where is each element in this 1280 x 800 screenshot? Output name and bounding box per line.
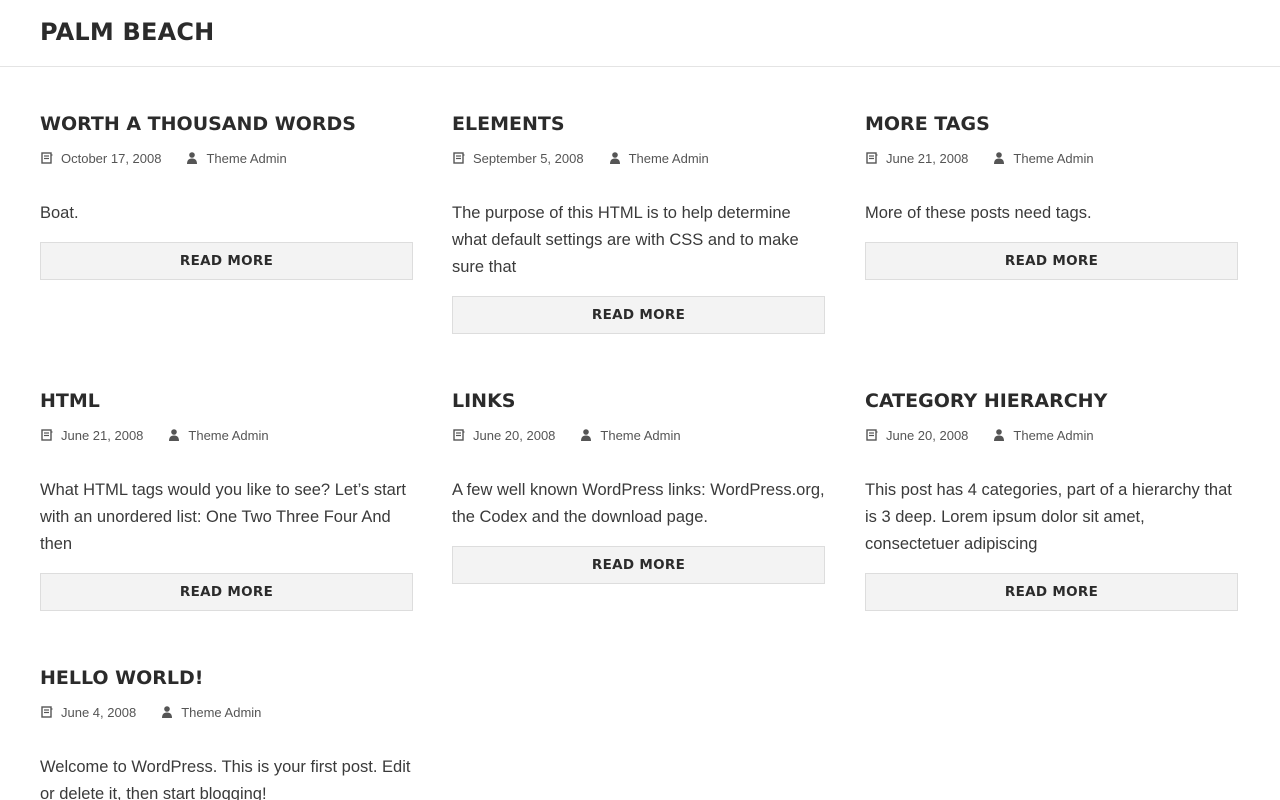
post-author[interactable]: Theme Admin (206, 151, 286, 166)
calendar-icon (452, 428, 466, 442)
post-date[interactable]: June 21, 2008 (886, 151, 968, 166)
user-icon (579, 428, 593, 442)
post-title[interactable]: ELEMENTS (452, 112, 825, 136)
read-more-button[interactable]: READ MORE (40, 573, 413, 611)
post-author[interactable]: Theme Admin (188, 428, 268, 443)
user-icon (185, 151, 199, 165)
calendar-icon (452, 151, 466, 165)
user-icon (160, 705, 174, 719)
calendar-icon (40, 428, 54, 442)
site-header: PALM BEACH (0, 0, 1280, 67)
calendar-icon (865, 428, 879, 442)
post-excerpt: What HTML tags would you like to see? Le… (40, 481, 406, 553)
user-icon (608, 151, 622, 165)
post-meta: June 21, 2008 Theme Admin (40, 425, 413, 445)
post-excerpt: The purpose of this HTML is to help dete… (452, 204, 799, 276)
post-meta: June 21, 2008 Theme Admin (865, 148, 1238, 168)
post-title[interactable]: HELLO WORLD! (40, 666, 413, 690)
user-icon (167, 428, 181, 442)
post-card: MORE TAGS June 21, 2008 Theme Admin More… (865, 112, 1238, 280)
post-excerpt: Welcome to WordPress. This is your first… (40, 758, 411, 800)
post-author[interactable]: Theme Admin (600, 428, 680, 443)
post-excerpt: Boat. (40, 204, 79, 222)
read-more-button[interactable]: READ MORE (865, 242, 1238, 280)
user-icon (992, 428, 1006, 442)
post-title[interactable]: HTML (40, 389, 413, 413)
post-author[interactable]: Theme Admin (629, 151, 709, 166)
post-date[interactable]: October 17, 2008 (61, 151, 161, 166)
read-more-button[interactable]: READ MORE (452, 296, 825, 334)
post-title[interactable]: WORTH A THOUSAND WORDS (40, 112, 413, 136)
post-title[interactable]: LINKS (452, 389, 825, 413)
post-meta: June 4, 2008 Theme Admin (40, 702, 413, 722)
post-date[interactable]: June 20, 2008 (473, 428, 555, 443)
post-card: WORTH A THOUSAND WORDS October 17, 2008 … (40, 112, 413, 280)
post-date[interactable]: September 5, 2008 (473, 151, 584, 166)
read-more-button[interactable]: READ MORE (452, 546, 825, 584)
post-meta: June 20, 2008 Theme Admin (452, 425, 825, 445)
post-card: CATEGORY HIERARCHY June 20, 2008 Theme A… (865, 389, 1238, 611)
post-author[interactable]: Theme Admin (1013, 428, 1093, 443)
post-excerpt: This post has 4 categories, part of a hi… (865, 481, 1232, 553)
post-meta: September 5, 2008 Theme Admin (452, 148, 825, 168)
site-title[interactable]: PALM BEACH (40, 18, 214, 46)
calendar-icon (865, 151, 879, 165)
user-icon (992, 151, 1006, 165)
calendar-icon (40, 151, 54, 165)
post-card: HELLO WORLD! June 4, 2008 Theme Admin We… (40, 666, 413, 800)
post-meta: October 17, 2008 Theme Admin (40, 148, 413, 168)
post-date[interactable]: June 21, 2008 (61, 428, 143, 443)
read-more-button[interactable]: READ MORE (865, 573, 1238, 611)
read-more-button[interactable]: READ MORE (40, 242, 413, 280)
post-author[interactable]: Theme Admin (181, 705, 261, 720)
post-date[interactable]: June 20, 2008 (886, 428, 968, 443)
post-card: ELEMENTS September 5, 2008 Theme Admin T… (452, 112, 825, 334)
post-excerpt: A few well known WordPress links: WordPr… (452, 481, 825, 526)
post-date[interactable]: June 4, 2008 (61, 705, 136, 720)
post-title[interactable]: CATEGORY HIERARCHY (865, 389, 1238, 413)
calendar-icon (40, 705, 54, 719)
post-card: HTML June 21, 2008 Theme Admin What HTML… (40, 389, 413, 611)
post-author[interactable]: Theme Admin (1013, 151, 1093, 166)
post-title[interactable]: MORE TAGS (865, 112, 1238, 136)
post-excerpt: More of these posts need tags. (865, 204, 1092, 222)
post-card: LINKS June 20, 2008 Theme Admin A few we… (452, 389, 825, 584)
post-meta: June 20, 2008 Theme Admin (865, 425, 1238, 445)
